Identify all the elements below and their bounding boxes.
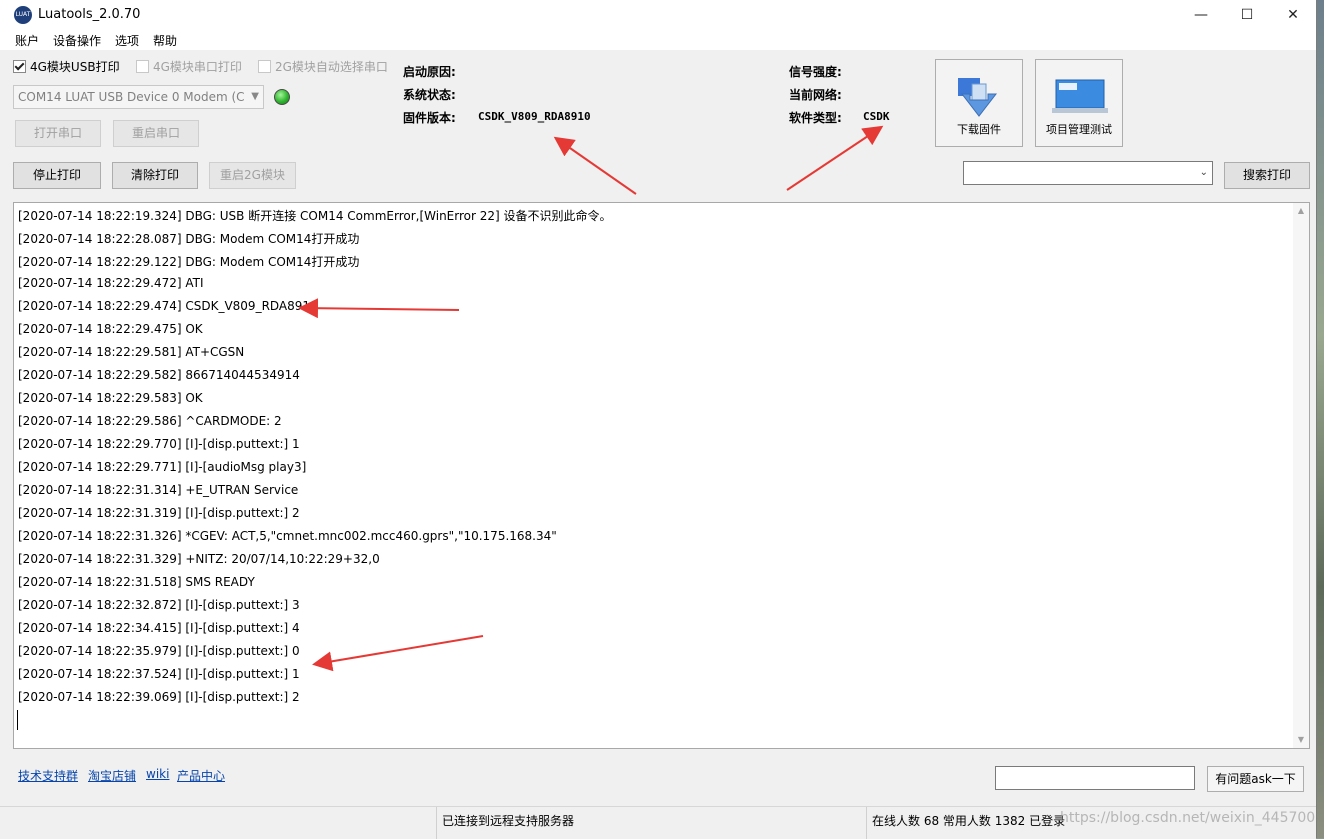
title-bar: LUAT Luatools_2.0.70 — ☐ ✕ [0,0,1316,30]
firmware-version-value: CSDK_V809_RDA8910 [478,110,591,123]
clear-print-button[interactable]: 清除打印 [112,162,198,189]
software-type-label: 软件类型: [789,111,842,125]
log-line: [2020-07-14 18:22:29.583] OK [18,391,203,405]
project-test-button[interactable]: 项目管理测试 [1035,59,1123,147]
log-line: [2020-07-14 18:22:31.326] *CGEV: ACT,5,"… [18,529,557,543]
status-divider [866,807,867,839]
checkbox-checked-icon [13,60,26,73]
auto-select-port-label: 2G模块自动选择串口 [275,60,388,74]
online-users-status: 在线人数 68 常用人数 1382 已登录 [872,814,1066,828]
monitor-code-icon [1052,79,1108,113]
log-line: [2020-07-14 18:22:29.475] OK [18,322,203,336]
close-button[interactable]: ✕ [1270,0,1316,30]
log-line: [2020-07-14 18:22:39.069] [I]-[disp.putt… [18,690,300,704]
firmware-version-label: 固件版本: [403,111,456,125]
signal-strength-label: 信号强度: [789,65,842,79]
download-firmware-button[interactable]: 下载固件 [935,59,1023,147]
log-output[interactable]: [2020-07-14 18:22:19.324] DBG: USB 断开连接 … [13,202,1310,749]
download-arrow-icon [958,78,998,117]
status-divider [436,807,437,839]
search-select[interactable]: ⌄ [963,161,1213,185]
software-type-value: CSDK [863,110,890,123]
log-line: [2020-07-14 18:22:31.319] [I]-[disp.putt… [18,506,300,520]
app-window: LUAT Luatools_2.0.70 — ☐ ✕ 账户 设备操作 选项 帮助… [0,0,1324,839]
log-line: [2020-07-14 18:22:32.872] [I]-[disp.putt… [18,598,300,612]
window-border [1316,0,1317,838]
chevron-down-icon: ▼ [251,91,259,102]
minimize-button[interactable]: — [1178,0,1224,30]
log-line: [2020-07-14 18:22:29.581] AT+CGSN [18,345,245,359]
link-taobao-store[interactable]: 淘宝店铺 [88,767,136,784]
menu-bar: 账户 设备操作 选项 帮助 [0,30,1316,50]
log-line: [2020-07-14 18:22:37.524] [I]-[disp.putt… [18,667,300,681]
port-select[interactable]: COM14 LUAT USB Device 0 Modem (C ▼ [13,85,264,109]
connection-status-led-icon [274,89,290,105]
search-print-button[interactable]: 搜索打印 [1224,162,1310,189]
checkbox-icon [258,60,271,73]
log-line: [2020-07-14 18:22:34.415] [I]-[disp.putt… [18,621,300,635]
log-scrollbar[interactable]: ▲ ▼ [1293,203,1309,748]
log-line: [2020-07-14 18:22:29.770] [I]-[disp.putt… [18,437,300,451]
watermark: https://blog.csdn.net/weixin_44570083 [1060,810,1324,826]
link-product-center[interactable]: 产品中心 [177,767,225,784]
chevron-down-icon: ⌄ [1199,167,1208,178]
scroll-down-icon[interactable]: ▼ [1293,732,1309,748]
desktop-background [1316,0,1324,838]
download-firmware-label: 下载固件 [957,123,1001,136]
log-line: [2020-07-14 18:22:31.329] +NITZ: 20/07/1… [18,552,380,566]
stop-print-button[interactable]: 停止打印 [13,162,101,189]
log-line: [2020-07-14 18:22:29.474] CSDK_V809_RDA8… [18,299,318,313]
log-line: [2020-07-14 18:22:19.324] DBG: USB 断开连接 … [18,209,612,223]
system-status-label: 系统状态: [403,88,456,102]
log-line: [2020-07-14 18:22:29.586] ^CARDMODE: 2 [18,414,282,428]
link-wiki[interactable]: wiki [146,767,169,781]
open-port-button[interactable]: 打开串口 [15,120,101,147]
log-line: [2020-07-14 18:22:29.472] ATI [18,276,204,290]
window-title: Luatools_2.0.70 [38,7,141,22]
menu-device[interactable]: 设备操作 [53,32,101,49]
maximize-button[interactable]: ☐ [1224,0,1270,30]
text-caret [17,710,18,730]
question-input[interactable] [995,766,1195,790]
log-line: [2020-07-14 18:22:28.087] DBG: Modem COM… [18,232,360,246]
app-logo-icon: LUAT [14,6,32,24]
log-line: [2020-07-14 18:22:31.314] +E_UTRAN Servi… [18,483,299,497]
ask-button[interactable]: 有问题ask一下 [1207,766,1304,792]
log-line: [2020-07-14 18:22:29.771] [I]-[audioMsg … [18,460,307,474]
log-line: [2020-07-14 18:22:29.582] 86671404453491… [18,368,300,382]
remote-support-status: 已连接到远程支持服务器 [442,814,575,828]
link-tech-support-group[interactable]: 技术支持群 [18,767,78,784]
usb-print-label: 4G模块USB打印 [30,60,120,74]
port-select-value: COM14 LUAT USB Device 0 Modem (C [18,90,245,104]
serial-print-label: 4G模块串口打印 [153,60,242,74]
checkbox-icon [136,60,149,73]
auto-select-port-checkbox[interactable]: 2G模块自动选择串口 [258,58,388,75]
current-network-label: 当前网络: [789,88,842,102]
log-line: [2020-07-14 18:22:29.122] DBG: Modem COM… [18,255,360,269]
menu-account[interactable]: 账户 [15,32,39,49]
scroll-up-icon[interactable]: ▲ [1293,203,1309,219]
log-line: [2020-07-14 18:22:35.979] [I]-[disp.putt… [18,644,300,658]
boot-reason-label: 启动原因: [403,65,456,79]
project-test-label: 项目管理测试 [1046,123,1112,136]
restart-port-button[interactable]: 重启串口 [113,120,199,147]
menu-help[interactable]: 帮助 [153,32,177,49]
menu-options[interactable]: 选项 [115,32,139,49]
usb-print-checkbox[interactable]: 4G模块USB打印 [13,58,120,75]
serial-print-checkbox[interactable]: 4G模块串口打印 [136,58,242,75]
log-line: [2020-07-14 18:22:31.518] SMS READY [18,575,255,589]
restart-2g-button[interactable]: 重启2G模块 [209,162,296,189]
